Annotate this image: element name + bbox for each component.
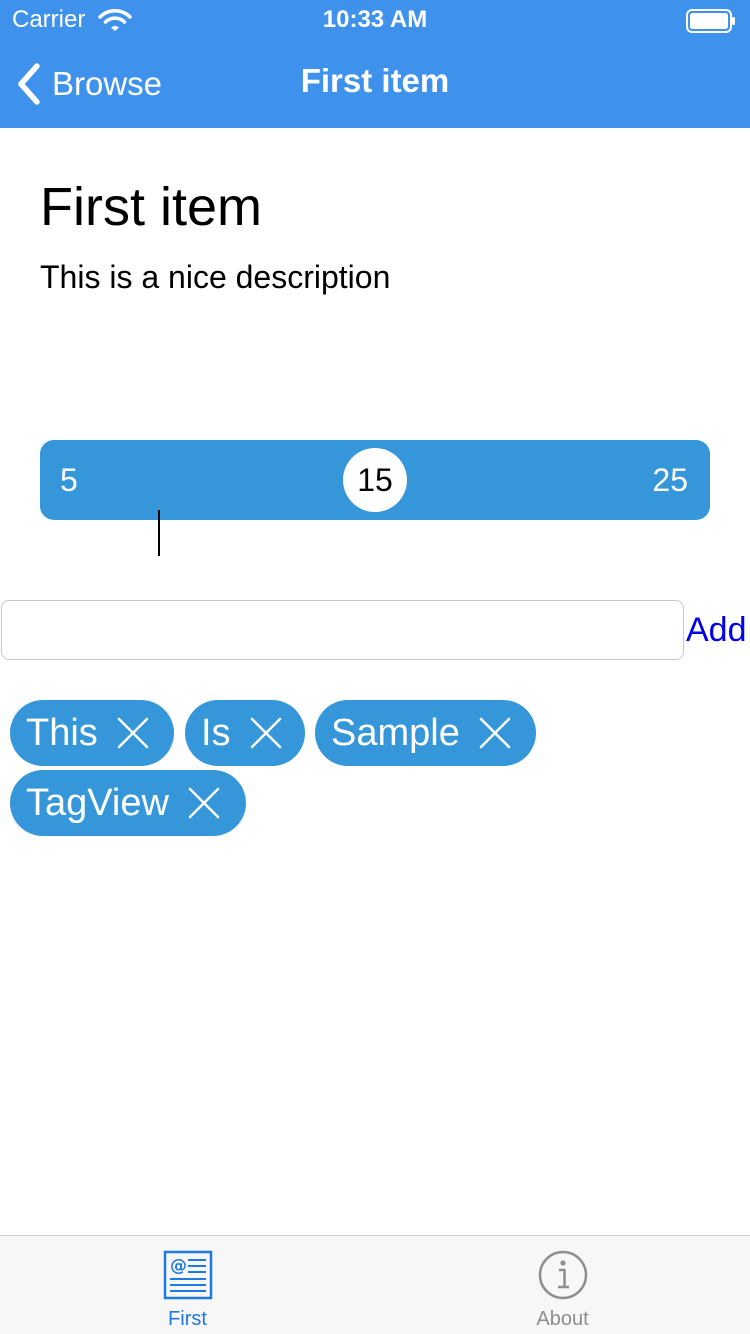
nav-title: First item — [300, 62, 450, 99]
close-icon[interactable] — [478, 716, 512, 750]
tag-chip[interactable]: This — [10, 700, 174, 766]
tab-first-label: First — [168, 1308, 207, 1330]
tag-chip[interactable]: TagView — [10, 770, 246, 836]
tag-label: TagView — [26, 781, 169, 824]
tag-chip[interactable]: Sample — [315, 700, 536, 766]
info-icon — [538, 1250, 588, 1300]
item-title: First item — [40, 177, 262, 237]
slider-thumb[interactable]: 15 — [343, 448, 407, 512]
close-icon[interactable] — [116, 716, 150, 750]
tab-bar: @ First About — [0, 1235, 750, 1334]
tab-about[interactable]: About — [375, 1236, 750, 1334]
battery-icon — [686, 9, 735, 33]
close-icon[interactable] — [249, 716, 283, 750]
tag-label: Sample — [331, 711, 460, 754]
divider-line — [158, 510, 160, 556]
app-header: Carrier 10:33 AM Browse First item — [0, 0, 750, 128]
news-icon: @ — [163, 1250, 213, 1300]
tag-label: This — [26, 711, 98, 754]
status-bar: Carrier 10:33 AM — [0, 0, 750, 40]
tag-label: Is — [201, 711, 231, 754]
tag-chip[interactable]: Is — [185, 700, 305, 766]
add-tag-button[interactable]: Add — [686, 611, 747, 650]
tab-about-label: About — [536, 1308, 589, 1330]
svg-text:@: @ — [170, 1256, 187, 1276]
slider-min-label: 5 — [60, 462, 78, 498]
tab-first[interactable]: @ First — [0, 1236, 375, 1334]
tag-input[interactable] — [1, 600, 684, 660]
slider-max-label: 25 — [652, 462, 688, 498]
status-time: 10:33 AM — [322, 6, 428, 33]
navigation-bar: Browse First item — [0, 40, 750, 128]
close-icon[interactable] — [187, 786, 221, 820]
range-slider[interactable]: 5 15 25 — [40, 440, 710, 520]
item-description: This is a nice description — [40, 259, 391, 295]
